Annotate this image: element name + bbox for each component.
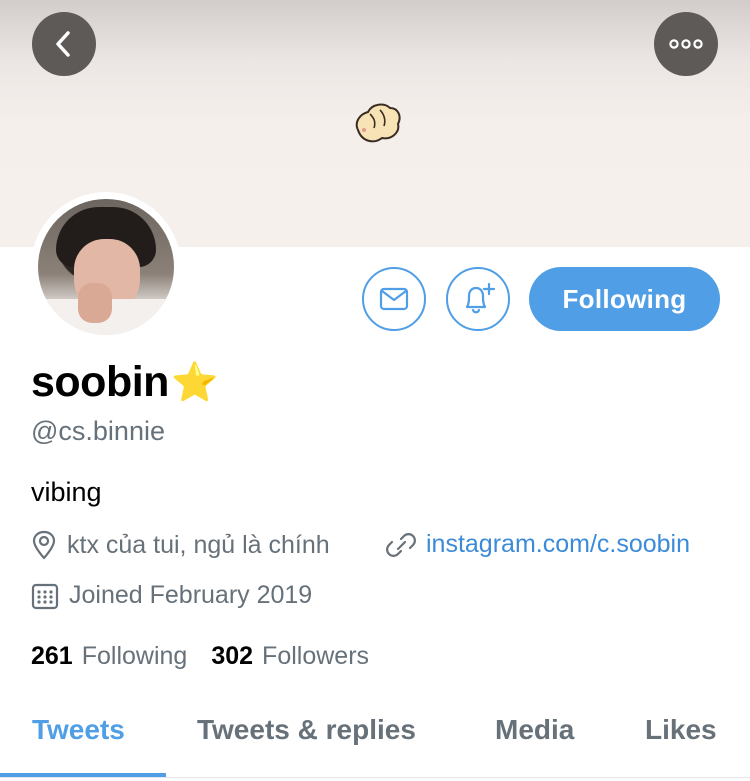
more-dots-icon — [669, 39, 703, 49]
tabs-divider — [0, 777, 750, 778]
tab-tweets[interactable]: Tweets — [32, 714, 125, 746]
website-link[interactable]: instagram.com/c.soobin — [426, 530, 690, 559]
link-icon — [386, 532, 416, 557]
more-options-button[interactable] — [654, 12, 718, 76]
notifications-button[interactable] — [446, 267, 510, 331]
following-count-link[interactable]: 261 Following — [31, 642, 187, 671]
display-name: soobin — [31, 358, 169, 406]
following-button[interactable]: Following — [529, 267, 720, 331]
profile-tabs: Tweets Tweets & replies Media Likes — [0, 700, 750, 781]
message-button[interactable] — [362, 267, 426, 331]
location-text: ktx của tui, ngủ là chính — [67, 530, 330, 559]
following-count-label: Following — [81, 642, 188, 670]
calendar-icon — [31, 583, 59, 609]
tab-tweets-replies[interactable]: Tweets & replies — [197, 714, 416, 746]
map-pin-icon — [32, 530, 56, 560]
followers-count-label: Followers — [262, 642, 370, 670]
envelope-icon — [379, 287, 409, 311]
star-emoji-icon: ⭐ — [170, 361, 219, 404]
follow-counts: 261 Following 302 Followers — [31, 642, 393, 671]
joined-text: Joined February 2019 — [69, 581, 313, 609]
back-button[interactable] — [32, 12, 96, 76]
bio: vibing — [31, 477, 102, 507]
tab-likes[interactable]: Likes — [645, 714, 717, 746]
chevron-left-icon — [56, 31, 70, 57]
followers-count: 302 — [211, 642, 254, 670]
followers-count-link[interactable]: 302 Followers — [211, 642, 369, 671]
banner-sticker — [350, 100, 404, 146]
website-info: instagram.com/c.soobin — [386, 530, 690, 559]
display-name-row: soobin ⭐ — [31, 358, 218, 407]
joined-info: Joined February 2019 — [31, 581, 312, 610]
bell-plus-icon — [465, 282, 496, 314]
user-handle: @cs.binnie — [31, 416, 165, 446]
following-count: 261 — [31, 642, 73, 670]
location-info: ktx của tui, ngủ là chính — [31, 530, 330, 560]
tab-media[interactable]: Media — [495, 714, 574, 746]
avatar[interactable] — [38, 199, 174, 335]
